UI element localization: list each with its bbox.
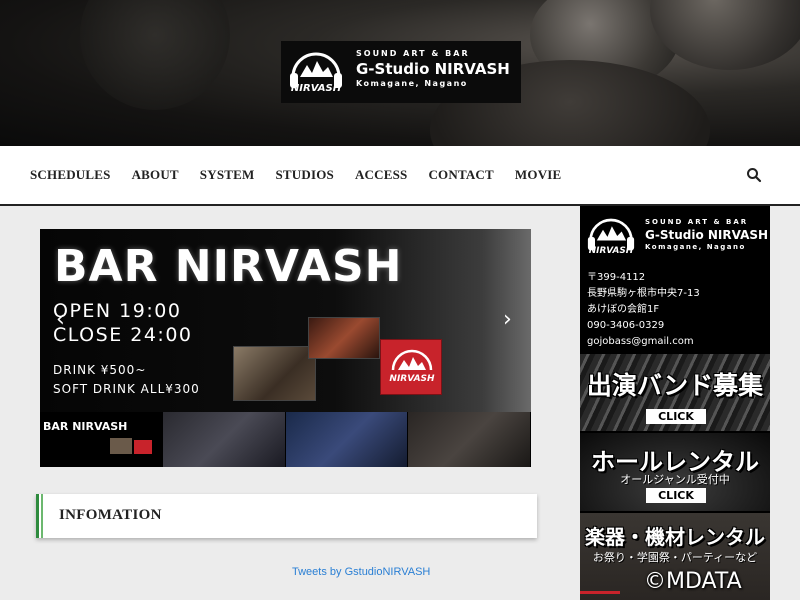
information-section: INFOMATION	[36, 494, 537, 538]
street-address: 長野県駒ヶ根市中央7-13	[587, 288, 700, 299]
slide-soft-drink-price: SOFT DRINK ALL¥300	[53, 382, 200, 396]
slider-thumbnail[interactable]	[285, 412, 409, 467]
banner-title: 出演バンド募集	[586, 371, 764, 400]
slide-open-time: OPEN 19:00	[53, 300, 182, 322]
sidebar-logo-name: G-Studio NIRVASH	[645, 228, 769, 242]
slider-prev-arrow[interactable]: ‹	[56, 309, 65, 331]
postal-code: 〒399-4112	[587, 272, 646, 283]
banner-click-label: CLICK	[646, 409, 706, 424]
main-navigation: SCHEDULES ABOUT SYSTEM STUDIOS ACCESS CO…	[0, 146, 800, 206]
logo-name: G-Studio NIRVASH	[356, 60, 510, 78]
image-slider[interactable]: BAR NIRVASH OPEN 19:00 CLOSE 24:00 DRINK…	[40, 229, 531, 467]
nav-item-about[interactable]: ABOUT	[132, 167, 179, 183]
drum-decoration	[650, 0, 800, 70]
nirvash-red-logo: NIRVASH	[380, 339, 442, 395]
nav-item-contact[interactable]: CONTACT	[428, 167, 493, 183]
sidebar-logo[interactable]: NIRVASH SOUND ART & BAR G-Studio NIRVASH…	[585, 212, 769, 260]
slider-thumbnails: BAR NIRVASH	[40, 412, 531, 467]
slide-bar-nirvash[interactable]: BAR NIRVASH OPEN 19:00 CLOSE 24:00 DRINK…	[40, 229, 531, 412]
email-address: gojobass@gmail.com	[587, 336, 694, 347]
drum-decoration	[80, 0, 230, 110]
logo-mark-text: NIRVASH	[589, 246, 634, 256]
banner-subtitle: お祭り・学園祭・パーティーなど	[592, 551, 758, 564]
nirvash-logo-icon: NIRVASH	[389, 349, 435, 384]
band-recruit-banner[interactable]: 出演バンド募集 CLICK	[580, 354, 770, 431]
banner-subtitle: オールジャンル受付中	[620, 473, 730, 486]
phone-number: 090-3406-0329	[587, 320, 665, 331]
sidebar-logo-location: Komagane, Nagano	[645, 243, 746, 251]
logo-mark-text: NIRVASH	[291, 83, 342, 94]
stage-photo	[308, 317, 380, 359]
slider-next-arrow[interactable]: ›	[503, 309, 512, 331]
address-block: 〒399-4112 長野県駒ヶ根市中央7-13 あけぼの会館1F 090-340…	[587, 270, 700, 350]
building-name: あけぼの会館1F	[587, 304, 660, 315]
slide-hours: OPEN 19:00 CLOSE 24:00	[53, 299, 193, 347]
hall-rental-banner[interactable]: ホールレンタル オールジャンル受付中 CLICK	[580, 433, 770, 511]
copyright-watermark: ©MDATA	[644, 569, 742, 594]
logo-subtitle: SOUND ART & BAR	[356, 49, 470, 58]
sidebar: NIRVASH SOUND ART & BAR G-Studio NIRVASH…	[580, 206, 770, 600]
sidebar-logo-subtitle: SOUND ART & BAR	[645, 218, 749, 226]
slide-drinks: DRINK ¥500~ SOFT DRINK ALL¥300	[53, 361, 200, 399]
slider-thumbnail[interactable]	[162, 412, 286, 467]
nirvash-logo-icon: NIRVASH	[290, 52, 342, 94]
nav-item-access[interactable]: ACCESS	[355, 167, 408, 183]
bar-photo	[233, 346, 316, 401]
nav-item-studios[interactable]: STUDIOS	[275, 167, 333, 183]
nav-item-schedules[interactable]: SCHEDULES	[30, 167, 111, 183]
slide-drink-price: DRINK ¥500~	[53, 363, 147, 377]
slide-title: BAR NIRVASH	[54, 241, 403, 292]
thumbnail-title: BAR NIRVASH	[43, 420, 128, 433]
logo-mark-text: NIRVASH	[389, 374, 435, 384]
information-title: INFOMATION	[59, 507, 162, 523]
slider-thumbnail[interactable]	[408, 412, 531, 467]
logo-location: Komagane, Nagano	[356, 79, 468, 88]
nav-item-system[interactable]: SYSTEM	[200, 167, 255, 183]
header-hero-image: NIRVASH SOUND ART & BAR G-Studio NIRVASH…	[0, 0, 800, 146]
tweets-link[interactable]: Tweets by GstudioNIRVASH	[292, 566, 430, 578]
site-logo[interactable]: NIRVASH SOUND ART & BAR G-Studio NIRVASH…	[281, 41, 521, 103]
nirvash-logo-icon: NIRVASH	[587, 218, 635, 256]
search-icon[interactable]	[746, 167, 762, 183]
slide-close-time: CLOSE 24:00	[53, 324, 193, 346]
nav-item-movie[interactable]: MOVIE	[515, 167, 562, 183]
slider-thumbnail[interactable]: BAR NIRVASH	[40, 412, 163, 467]
banner-click-label: CLICK	[646, 488, 706, 503]
banner-title: 楽器・機材レンタル	[585, 525, 765, 549]
